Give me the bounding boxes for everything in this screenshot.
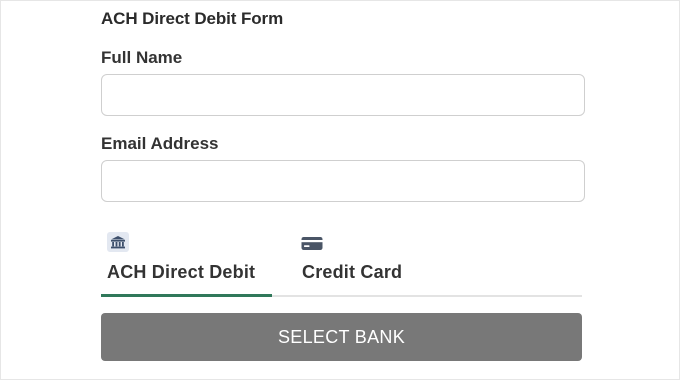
full-name-input[interactable]: [101, 74, 585, 116]
email-address-input[interactable]: [101, 160, 585, 202]
tab-credit-card-label: Credit Card: [302, 262, 403, 282]
tab-credit-card[interactable]: Credit Card: [301, 228, 431, 295]
full-name-label: Full Name: [101, 48, 183, 67]
payment-method-tabs: ACH Direct Debit Credit Card: [101, 228, 582, 297]
form-title: ACH Direct Debit Form: [101, 9, 284, 28]
bank-icon: [107, 232, 129, 252]
email-address-label: Email Address: [101, 134, 219, 153]
select-bank-button[interactable]: SELECT BANK: [101, 313, 582, 361]
credit-card-icon: [301, 232, 323, 252]
tab-ach-direct-debit-label: ACH Direct Debit: [107, 262, 256, 282]
tab-ach-direct-debit[interactable]: ACH Direct Debit: [101, 228, 272, 297]
